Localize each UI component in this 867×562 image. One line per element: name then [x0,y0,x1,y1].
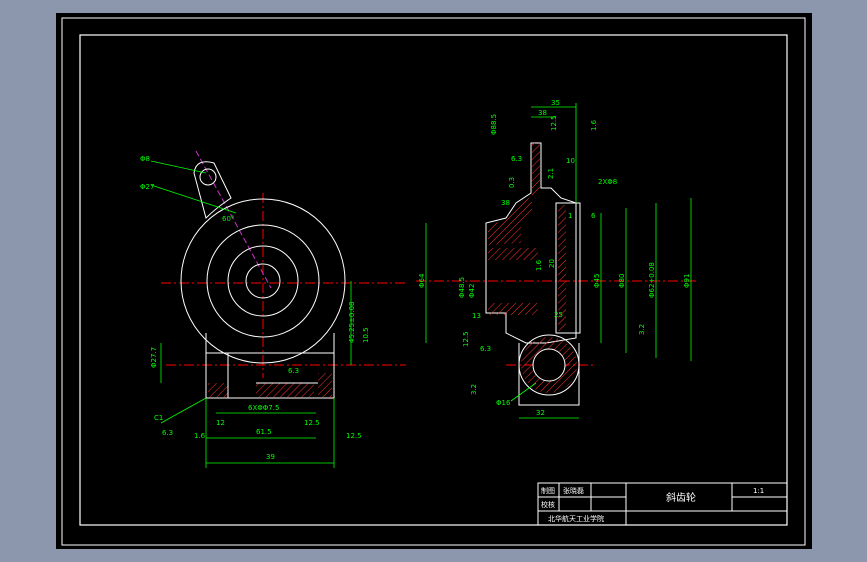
label-dim-38: 38 [501,199,510,207]
label-hole-large: Φ27 [140,183,154,191]
boss-bore [532,348,566,382]
label-rough-bottom: 3.2 [470,384,478,395]
hatch-lower-rib [488,303,538,315]
label-rough-mid: 1.6 [535,259,543,271]
label-dim-10: 10 [566,157,575,165]
hatch-upper-rib [488,248,538,260]
tb-draw-label: 制图 [541,486,555,495]
label-right-3: Φ62+0.08 [648,262,656,298]
leader-bore [510,382,537,402]
label-dim-12: 12 [216,419,225,427]
label-hole-small: Φ8 [140,155,150,163]
label-right-1: Φ45 [593,274,601,288]
label-right-4: Φ91 [683,274,691,288]
label-roughness-b: 1.6 [194,432,206,440]
drawing-sheet: Φ8 Φ27 60° 45.25±0.08 10.5 Φ27.7 6.3 6XΦ… [56,13,812,549]
label-height-right: 45.25±0.08 [348,302,356,344]
tb-draw-name: 张晓磊 [563,486,584,495]
label-dim-61: 61.5 [256,428,272,436]
label-roughness-c: 12.5 [346,432,362,440]
label-angle: 60° [222,215,234,223]
label-left-inner: Φ48.5 [458,277,466,298]
label-left-top: Φ88.5 [490,114,498,135]
leader-hole-large [150,184,237,214]
lug-hole [199,168,217,186]
tb-school: 北华航天工业学院 [548,514,604,523]
label-dim-bottom: 32 [536,409,545,417]
label-height-right-sub: 10.5 [362,327,370,343]
label-left-dia: Φ64 [418,273,426,288]
label-bore: Φ16 [496,399,511,407]
label-left-mid: 6.3 [511,155,522,163]
label-dim-20: 20 [548,259,556,268]
label-bottom-dims: 6.3 [288,367,299,375]
label-chamfer: C1 [154,414,163,422]
label-dim-1: 1 [568,212,572,220]
label-top-width: 35 [551,99,560,107]
label-left-mid2: 0.3 [508,177,516,188]
inner-border [79,34,788,526]
base-hatch-mid [256,383,314,397]
tb-scale: 1:1 [753,487,764,495]
tb-check-label: 校核 [541,500,555,509]
label-top-dim-a: 38 [538,109,547,117]
label-dim-2x: 2XΦ8 [598,178,617,186]
label-dim-6b: 6.3 [480,345,491,353]
leader-chamfer [160,397,207,424]
label-dim-13: 13 [472,312,481,320]
label-dim-6: 6 [591,212,596,220]
label-dim-top-right: 12.5 [304,419,320,427]
hatch-lug-top [532,143,540,196]
base-hatch-right [318,373,332,397]
leader-hole-small [150,160,207,174]
label-dim-total: 39 [266,453,275,461]
label-left-inner-b: Φ42 [468,284,476,298]
label-top-rough2: 1.6 [590,119,598,131]
front-view [150,150,406,468]
label-right-2: Φ80 [618,274,626,288]
label-roughness-a: 6.3 [162,429,173,437]
label-rough-lower: 12.5 [462,331,470,347]
label-slot: 6XΦΦ7.5 [248,404,279,412]
label-dim-25: 25 [554,311,563,319]
base-hatch-left [208,383,228,397]
label-top-rough: 12.5 [550,115,558,131]
label-dim-r1: 2.1 [547,168,555,179]
tb-part-name: 斜齿轮 [666,491,696,504]
label-height-left: Φ27.7 [150,347,158,368]
cad-drawing: Φ8 Φ27 60° 45.25±0.08 10.5 Φ27.7 6.3 6XΦ… [61,17,806,546]
label-rough-right: 3.2 [638,324,646,335]
